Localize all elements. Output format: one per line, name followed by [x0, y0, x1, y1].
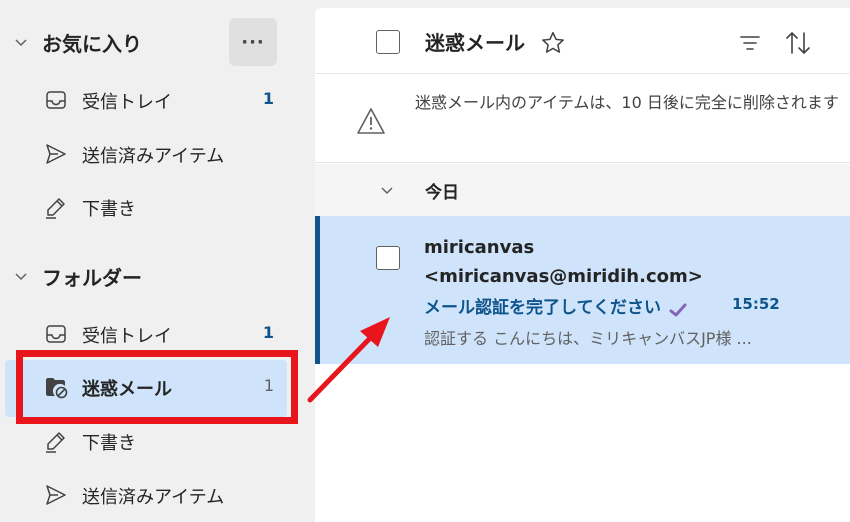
unread-count: 1 — [262, 323, 274, 342]
junk-notice: 迷惑メール内のアイテムは、10 日後に完全に削除されます — [315, 75, 850, 163]
chevron-down-icon[interactable] — [13, 268, 29, 284]
notice-text: 迷惑メール内のアイテムは、10 日後に完全に削除されます — [415, 93, 839, 112]
folders-title: フォルダー — [42, 265, 142, 290]
list-header: 迷惑メール — [315, 8, 850, 74]
inbox-icon — [46, 325, 66, 343]
send-icon — [46, 144, 66, 164]
message-subject: メール認証を完了してください — [424, 298, 661, 318]
inbox-icon — [46, 91, 66, 109]
highlight-box — [16, 350, 298, 424]
group-label: 今日 — [425, 183, 459, 203]
verified-check-icon — [669, 303, 687, 317]
folder-title: 迷惑メール — [425, 31, 525, 55]
nav-label: 受信トレイ — [82, 92, 172, 113]
draft-icon — [46, 432, 65, 453]
unread-count: 1 — [262, 89, 274, 108]
favorites-item-inbox[interactable]: 受信トレイ 1 — [0, 75, 300, 125]
nav-label: 受信トレイ — [82, 326, 172, 347]
folders-header[interactable]: フォルダー — [0, 256, 300, 296]
warning-icon — [357, 108, 385, 134]
filter-icon[interactable] — [738, 31, 762, 55]
nav-label: 送信済みアイテム — [82, 487, 225, 508]
message-sender: miricanvas <miricanvas@miridih.com> — [424, 237, 703, 287]
message-preview: 認証する こんにちは、ミリキャンバスJP様 ... — [424, 329, 752, 348]
more-options-button[interactable]: ··· — [229, 18, 277, 66]
nav-label: 送信済みアイテム — [82, 146, 225, 167]
select-all-checkbox[interactable] — [376, 30, 400, 54]
draft-icon — [46, 198, 65, 219]
send-icon — [46, 485, 66, 505]
chevron-down-icon[interactable] — [379, 182, 395, 198]
annotation-arrow — [307, 317, 390, 403]
group-header-today[interactable]: 今日 — [315, 164, 850, 216]
folders-item-sent[interactable]: 送信済みアイテム — [0, 470, 300, 520]
favorites-title: お気に入り — [42, 31, 142, 56]
sidebar: お気に入り ··· 受信トレイ 1 送信済みアイテム 下書き フォルダー 受信ト… — [0, 0, 300, 522]
favorites-item-drafts[interactable]: 下書き — [0, 182, 300, 232]
nav-label: 下書き — [82, 433, 136, 454]
star-icon[interactable] — [540, 30, 566, 56]
sort-icon[interactable] — [784, 29, 812, 57]
favorites-item-sent[interactable]: 送信済みアイテム — [0, 129, 300, 179]
message-time: 15:52 — [732, 295, 780, 313]
nav-label: 下書き — [82, 199, 136, 220]
chevron-down-icon[interactable] — [13, 34, 29, 50]
message-list-pane: 迷惑メール 迷惑メール内のアイテムは、10 日後に完全に削除されます 今日 mi… — [315, 8, 850, 522]
message-checkbox[interactable] — [376, 246, 400, 270]
